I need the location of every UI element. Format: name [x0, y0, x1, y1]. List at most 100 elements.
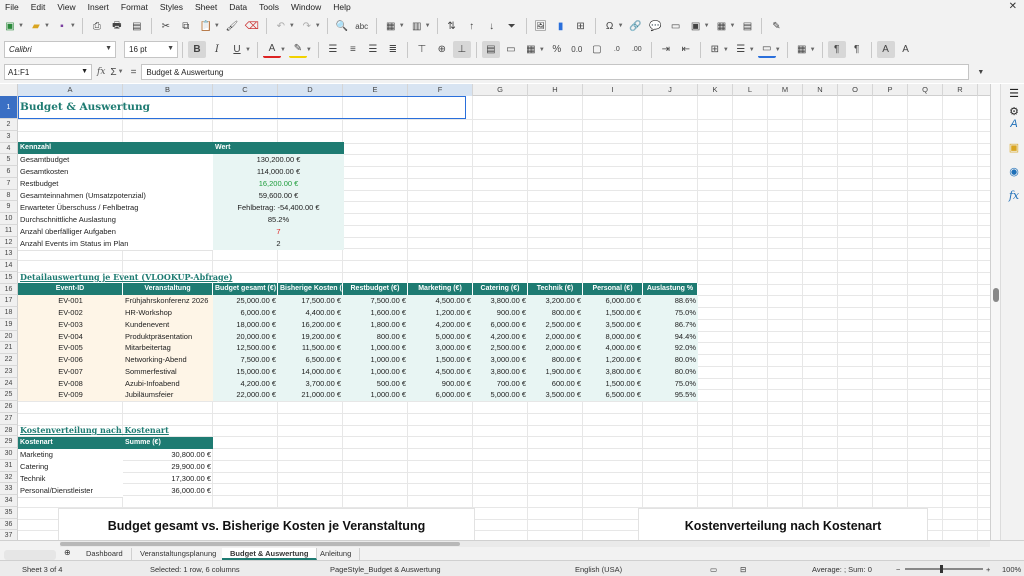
cost-sum[interactable]: 29,900.00 € [123, 461, 213, 473]
zoom-in-icon[interactable]: + [986, 565, 990, 574]
chevron-down-icon[interactable]: ▼ [167, 45, 174, 52]
detail-header-cell[interactable]: Restbudget (€) [343, 283, 408, 296]
left-to-right-icon[interactable]: ¶ [827, 41, 846, 58]
detail-cell[interactable]: 95.5% [643, 389, 698, 401]
detail-cell[interactable]: 4,400.00 € [278, 307, 343, 319]
column-header[interactable]: H [528, 84, 583, 96]
row-header[interactable]: 31 [0, 459, 18, 472]
kpi-value[interactable]: 130,200.00 € [213, 154, 344, 166]
navigator-icon[interactable]: ◉ [1006, 164, 1022, 180]
detail-cell[interactable]: 16,200.00 € [278, 318, 343, 331]
detail-cell[interactable]: 1,600.00 € [343, 307, 408, 319]
detail-cell[interactable]: Frühjahrskonferenz 2026 [123, 295, 213, 307]
tab-anleitung[interactable]: Anleitung [312, 548, 361, 560]
detail-cell[interactable]: 4,500.00 € [408, 365, 473, 378]
detail-cell[interactable]: 3,500.00 € [528, 389, 583, 401]
define-print-area-icon[interactable]: ▣ [687, 18, 705, 35]
detail-cell[interactable]: 75.0% [643, 307, 698, 319]
detail-header-cell[interactable]: Auslastung % [643, 283, 698, 296]
detail-cell[interactable]: 1,500.00 € [583, 377, 643, 390]
decrease-indent-icon[interactable]: ⇤ [677, 41, 695, 58]
bold-icon[interactable]: B [188, 41, 206, 58]
row-header[interactable]: 24 [0, 377, 18, 390]
row-header[interactable]: 14 [0, 260, 18, 272]
row-header[interactable]: 28 [0, 424, 18, 437]
freeze-rows-columns-icon[interactable]: ▦ [713, 18, 731, 35]
column-header[interactable]: O [838, 84, 873, 96]
tab-veranstaltungsplanung[interactable]: Veranstaltungsplanung [132, 548, 226, 560]
column-header[interactable]: G [473, 84, 528, 96]
column-header[interactable]: P [873, 84, 908, 96]
detail-cell[interactable]: 5,000.00 € [408, 330, 473, 343]
font-size-box[interactable]: 16 pt ▼ [124, 41, 178, 58]
add-sheet-icon[interactable]: ⊕ [64, 548, 71, 557]
insert-mode-icon[interactable]: ▭ [710, 565, 717, 574]
row-header[interactable]: 13 [0, 248, 18, 260]
detail-cell[interactable]: 80.0% [643, 354, 698, 366]
column-header[interactable]: B [123, 84, 213, 96]
horizontal-scrollbar[interactable] [60, 541, 990, 547]
detail-cell[interactable]: 1,000.00 € [343, 389, 408, 401]
cost-sum[interactable]: 36,000.00 € [123, 485, 213, 497]
row-header[interactable]: 6 [0, 166, 18, 178]
open-icon[interactable]: ▰ [27, 18, 45, 35]
detail-cell[interactable]: 20,000.00 € [213, 330, 278, 343]
add-decimal-icon[interactable]: .0 [608, 41, 626, 58]
detail-cell[interactable]: EV-002 [18, 307, 123, 319]
row-header[interactable]: 35 [0, 506, 18, 519]
italic-icon[interactable]: I [208, 41, 226, 58]
percent-format-icon[interactable]: % [548, 41, 566, 58]
print-icon[interactable]: 🖶 [108, 18, 126, 35]
formula-equals-icon[interactable]: = [131, 67, 137, 78]
cost-header-type[interactable]: Kostenart [18, 437, 123, 449]
row-header[interactable]: 34 [0, 495, 18, 507]
menu-tools[interactable]: Tools [254, 2, 286, 12]
delete-decimal-icon[interactable]: .00 [628, 41, 646, 58]
zoom-out-icon[interactable]: − [896, 565, 900, 574]
column-header[interactable]: Q [908, 84, 943, 96]
merge-center-icon[interactable]: ▭ [502, 41, 520, 58]
kpi-label[interactable]: Gesamtkosten [18, 166, 213, 179]
detail-cell[interactable]: 88.6% [643, 295, 698, 307]
justify-icon[interactable]: ≣ [384, 41, 402, 58]
detail-header-cell[interactable]: Technik (€) [528, 283, 583, 296]
row-header[interactable]: 2 [0, 119, 18, 131]
detail-cell[interactable]: 500.00 € [343, 377, 408, 390]
menu-view[interactable]: View [52, 2, 82, 12]
detail-cell[interactable]: 5,000.00 € [473, 389, 528, 401]
column-header[interactable]: J [643, 84, 698, 96]
row-header[interactable]: 18 [0, 307, 18, 319]
align-bottom-icon[interactable]: ⊥ [452, 41, 471, 58]
text-direction-icon[interactable]: A [876, 41, 895, 58]
detail-header-cell[interactable]: Catering (€) [473, 283, 528, 296]
detail-cell[interactable]: 80.0% [643, 365, 698, 378]
sort-icon[interactable]: ⇅ [443, 18, 461, 35]
detail-cell[interactable]: 1,500.00 € [583, 307, 643, 319]
cost-type[interactable]: Technik [18, 473, 123, 486]
menu-sheet[interactable]: Sheet [190, 2, 224, 12]
kpi-value[interactable]: Fehlbetrag: -54,400.00 € [213, 202, 344, 214]
menu-data[interactable]: Data [224, 2, 254, 12]
kpi-label[interactable]: Gesamtbudget [18, 154, 213, 167]
detail-cell[interactable]: 6,000.00 € [473, 318, 528, 331]
detail-cell[interactable]: 4,200.00 € [213, 377, 278, 390]
row-header[interactable]: 17 [0, 295, 18, 307]
expand-formula-bar-icon[interactable]: ▼ [977, 69, 984, 76]
redo-icon[interactable]: ↷ [298, 18, 316, 35]
row-header[interactable]: 37 [0, 530, 18, 540]
detail-cell[interactable]: Sommerfestival [123, 365, 213, 378]
row-header[interactable]: 5 [0, 154, 18, 166]
tab-dashboard[interactable]: Dashboard [78, 548, 132, 560]
detail-cell[interactable]: 2,500.00 € [528, 318, 583, 331]
detail-cell[interactable]: 92.0% [643, 342, 698, 354]
menu-format[interactable]: Format [116, 2, 155, 12]
paste-icon[interactable]: 📋 [197, 18, 215, 35]
detail-cell[interactable]: 18,000.00 € [213, 318, 278, 331]
detail-cell[interactable]: 4,200.00 € [473, 330, 528, 343]
detail-cell[interactable]: Networking-Abend [123, 354, 213, 366]
detail-cell[interactable]: 4,200.00 € [408, 318, 473, 331]
conditional-format-icon[interactable]: ▦ [793, 41, 811, 58]
column-header[interactable]: F [408, 84, 473, 96]
wrap-text-icon[interactable]: ▤ [481, 41, 500, 58]
detail-cell[interactable]: 3,000.00 € [408, 342, 473, 354]
